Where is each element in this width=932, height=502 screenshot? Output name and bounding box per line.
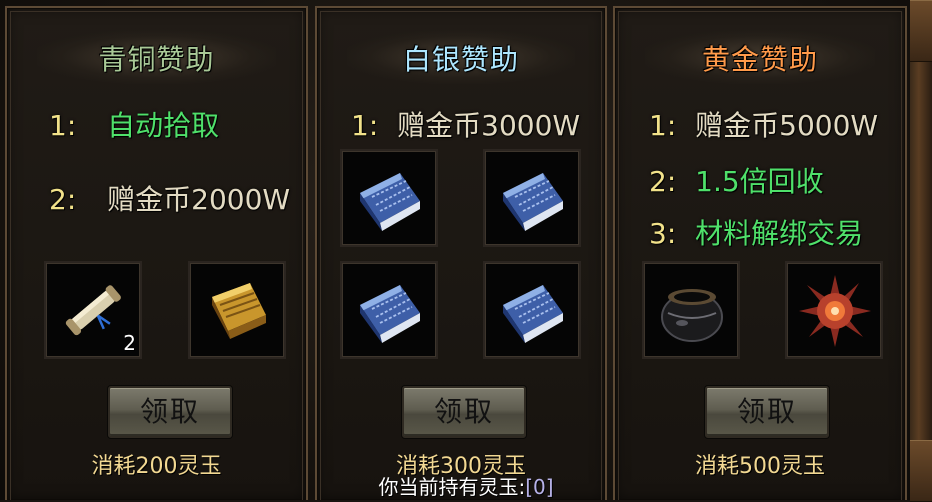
benefit-text: 1.5倍回收 [695,165,824,198]
panel-title: 黄金赞助 [701,43,818,76]
spiked-orb-icon [799,275,871,347]
scroll-icon [65,285,121,336]
golden-book-icon [212,283,266,339]
benefit-text: 赠金币5000W [695,109,879,142]
blue-book-icon [503,285,563,343]
claim-button[interactable]: 领取 [705,386,829,438]
blue-book-icon [360,285,420,343]
benefit-number: 2: [49,183,77,216]
reward-slot[interactable]: 2 [44,261,142,359]
benefit-number: 3: [649,217,677,250]
benefit-text: 赠金币2000W [107,183,291,216]
window-right-border [910,0,932,502]
reward-slot[interactable] [340,149,438,247]
holdings-label: 你当前持有灵玉: [378,475,526,499]
benefit-number: 1: [649,109,677,142]
panel-title: 青铜赞助 [98,43,215,76]
blue-book-icon [360,173,420,231]
benefit-line: 1: 赠金币3000W [351,104,605,144]
benefit-line: 1: 自动拾取 [49,104,306,144]
current-holdings: 你当前持有灵玉:[0] [0,471,932,500]
benefit-text: 自动拾取 [107,109,220,142]
holdings-value: [0] [525,475,554,499]
claim-button[interactable]: 领取 [108,386,232,438]
item-count: 2 [123,331,136,355]
benefit-line: 1: 赠金币5000W [649,104,905,144]
bronze-sponsor-panel: 青铜赞助 1: 自动拾取 2: 赠金币2000W 2 领取 消耗200灵玉 [5,6,308,500]
reward-slot[interactable] [340,261,438,359]
reward-slot[interactable] [188,261,286,359]
benefit-number: 1: [351,109,379,142]
benefit-line: 3: 材料解绑交易 [649,212,905,252]
gold-sponsor-panel: 黄金赞助 1: 赠金币5000W 2: 1.5倍回收 3: 材料解绑交易 领取 … [613,6,907,500]
reward-slot[interactable] [642,261,740,359]
benefit-number: 2: [649,165,677,198]
black-pot-icon [661,289,723,342]
sponsor-window: 青铜赞助 1: 自动拾取 2: 赠金币2000W 2 领取 消耗200灵玉 白银… [0,0,932,502]
silver-sponsor-panel: 白银赞助 1: 赠金币3000W 领取 消耗300灵玉 [315,6,607,500]
benefit-line: 2: 赠金币2000W [49,178,306,218]
panel-title: 白银赞助 [402,43,519,76]
blue-book-icon [503,173,563,231]
benefit-text: 赠金币3000W [397,109,581,142]
benefit-text: 材料解绑交易 [695,217,864,250]
claim-button[interactable]: 领取 [402,386,526,438]
border-ornament [910,0,932,62]
reward-slot[interactable] [483,261,581,359]
benefit-line: 2: 1.5倍回收 [649,160,905,200]
reward-slot[interactable] [483,149,581,247]
benefit-number: 1: [49,109,77,142]
reward-slot[interactable] [785,261,883,359]
